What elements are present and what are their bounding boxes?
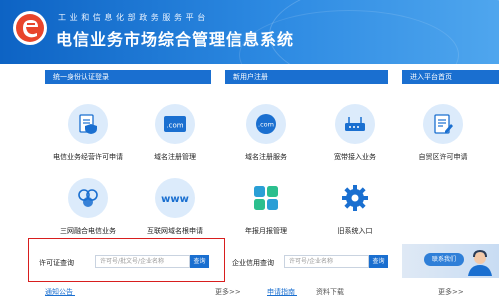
miit-logo-icon[interactable] (12, 10, 48, 46)
service-label: 自贸区许可申请 (418, 153, 468, 161)
site-header: 工业和信息化部政务服务平台 电信业务市场综合管理信息系统 (0, 0, 499, 64)
dotcom-icon: .com (155, 104, 195, 144)
service-label: 年报月报管理 (245, 227, 287, 235)
ministry-subtitle: 工业和信息化部政务服务平台 (58, 13, 209, 22)
guide-tab-underline (267, 295, 297, 296)
converge-icon (68, 178, 108, 218)
www-icon: www (155, 178, 195, 218)
enter-platform-link[interactable]: 进入平台首页 (402, 70, 499, 84)
service-domain-registration-mgmt[interactable]: .com 域名注册管理 (132, 104, 218, 162)
notice-more-link[interactable]: 更多>> (215, 287, 241, 297)
svg-text:www: www (161, 194, 189, 205)
globe-dotcom-icon: .com (246, 104, 286, 144)
service-label: 电信业务经营许可申请 (53, 153, 123, 161)
service-annual-report[interactable]: 年报月报管理 (223, 178, 309, 236)
shield-document-icon (68, 104, 108, 144)
service-label: 旧系统入口 (337, 227, 373, 235)
service-legacy-system[interactable]: 旧系统入口 (312, 178, 398, 236)
download-tab[interactable]: 资料下载 (316, 287, 344, 297)
service-label: 三网融合电信业务 (60, 227, 116, 235)
service-triple-play[interactable]: 三网融合电信业务 (45, 178, 131, 236)
customer-service-illustration-icon (468, 249, 492, 276)
credit-query-button[interactable]: 查询 (369, 255, 388, 268)
document-edit-icon (423, 104, 463, 144)
service-ftz-license[interactable]: 自贸区许可申请 (400, 104, 486, 162)
service-broadband-access[interactable]: 宽带接入业务 (312, 104, 398, 162)
gear-icon (335, 178, 375, 218)
svg-text:.com: .com (166, 122, 183, 130)
license-query-label: 许可证查询 (39, 259, 74, 267)
service-domain-registration[interactable]: .com 域名注册服务 (223, 104, 309, 162)
credit-query-input[interactable]: 许可号/企业名称 (284, 255, 369, 268)
credit-query-label: 企业信用查询 (232, 259, 274, 267)
service-telecom-license[interactable]: 电信业务经营许可申请 (45, 104, 131, 162)
grid-icon (246, 178, 286, 218)
service-label: 互联网域名根申请 (147, 227, 203, 235)
license-query-input[interactable]: 许可号/批文号/企业名称 (95, 255, 190, 268)
service-domain-root[interactable]: www 互联网域名根申请 (132, 178, 218, 236)
guide-more-link[interactable]: 更多>> (438, 287, 464, 297)
service-label: 域名注册服务 (245, 153, 287, 161)
service-label: 域名注册管理 (154, 153, 196, 161)
license-query-button[interactable]: 查询 (190, 255, 209, 268)
contact-us-button[interactable]: 联系我们 (424, 253, 464, 266)
router-icon (335, 104, 375, 144)
svg-text:.com: .com (258, 121, 274, 129)
new-user-register-link[interactable]: 新用户注册 (225, 70, 388, 84)
site-title: 电信业务市场综合管理信息系统 (56, 30, 295, 49)
notice-tab-underline (45, 295, 75, 296)
unified-login-link[interactable]: 统一身份认证登录 (45, 70, 211, 84)
contact-banner[interactable]: 联系我们 (402, 244, 499, 278)
service-label: 宽带接入业务 (334, 153, 376, 161)
